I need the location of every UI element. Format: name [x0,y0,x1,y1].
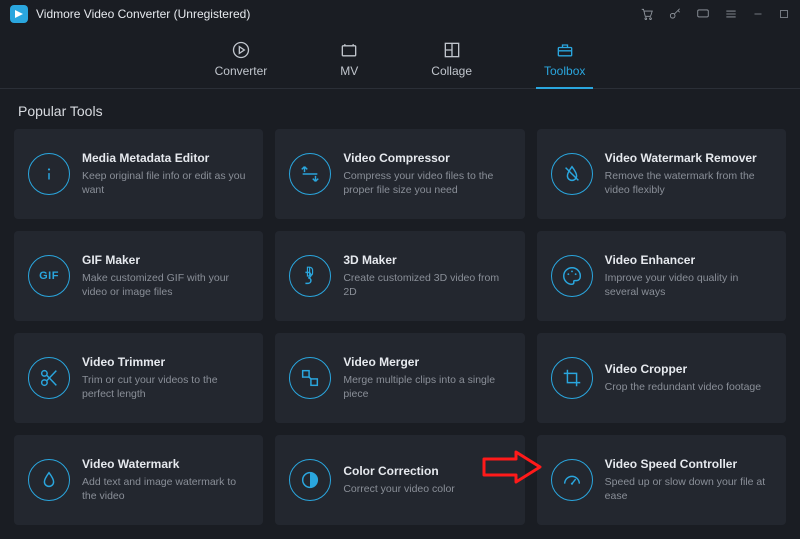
palette-icon [551,255,593,297]
tool-video-compressor[interactable]: Video Compressor Compress your video fil… [275,129,524,219]
tool-desc: Merge multiple clips into a single piece [343,373,510,401]
tool-title: 3D Maker [343,253,510,267]
tool-title: Video Watermark [82,457,249,471]
tool-title: Color Correction [343,464,454,478]
tool-video-merger[interactable]: Video Merger Merge multiple clips into a… [275,333,524,423]
tool-video-cropper[interactable]: Video Cropper Crop the redundant video f… [537,333,786,423]
tool-desc: Correct your video color [343,482,454,496]
tab-label: Toolbox [544,64,585,78]
tool-desc: Compress your video files to the proper … [343,169,510,197]
titlebar: Vidmore Video Converter (Unregistered) [0,0,800,28]
tab-toolbox[interactable]: Toolbox [538,36,591,88]
tool-title: GIF Maker [82,253,249,267]
tool-color-correction[interactable]: Color Correction Correct your video colo… [275,435,524,525]
tool-title: Video Trimmer [82,355,249,369]
3d-icon [289,255,331,297]
cart-icon[interactable] [640,7,654,21]
collage-icon [442,40,462,60]
minimize-button[interactable] [752,8,764,20]
tool-title: Video Enhancer [605,253,772,267]
tool-metadata-editor[interactable]: Media Metadata Editor Keep original file… [14,129,263,219]
tab-mv[interactable]: MV [333,36,365,88]
tool-desc: Create customized 3D video from 2D [343,271,510,299]
tool-video-trimmer[interactable]: Video Trimmer Trim or cut your videos to… [14,333,263,423]
window-title: Vidmore Video Converter (Unregistered) [36,7,250,21]
info-icon [28,153,70,195]
menu-icon[interactable] [724,7,738,21]
tab-converter[interactable]: Converter [209,36,274,88]
tools-grid: Media Metadata Editor Keep original file… [0,129,800,539]
converter-icon [231,40,251,60]
tool-video-speed-controller[interactable]: Video Speed Controller Speed up or slow … [537,435,786,525]
tool-gif-maker[interactable]: GIF GIF Maker Make customized GIF with y… [14,231,263,321]
tab-label: Collage [431,64,472,78]
tool-title: Video Merger [343,355,510,369]
watermark-icon [28,459,70,501]
tool-watermark-remover[interactable]: Video Watermark Remover Remove the water… [537,129,786,219]
tool-desc: Make customized GIF with your video or i… [82,271,249,299]
tool-title: Video Cropper [605,362,761,376]
crop-icon [551,357,593,399]
tool-desc: Speed up or slow down your file at ease [605,475,772,503]
tool-desc: Crop the redundant video footage [605,380,761,394]
speed-icon [551,459,593,501]
tool-title: Video Compressor [343,151,510,165]
maximize-button[interactable] [778,8,790,20]
tool-title: Media Metadata Editor [82,151,249,165]
tab-label: Converter [215,64,268,78]
tool-title: Video Speed Controller [605,457,772,471]
tab-collage[interactable]: Collage [425,36,478,88]
tool-desc: Trim or cut your videos to the perfect l… [82,373,249,401]
tool-desc: Keep original file info or edit as you w… [82,169,249,197]
gif-icon: GIF [28,255,70,297]
compress-icon [289,153,331,195]
tool-desc: Remove the watermark from the video flex… [605,169,772,197]
key-icon[interactable] [668,7,682,21]
section-title: Popular Tools [0,89,800,129]
tool-desc: Improve your video quality in several wa… [605,271,772,299]
tool-desc: Add text and image watermark to the vide… [82,475,249,503]
tool-video-watermark[interactable]: Video Watermark Add text and image water… [14,435,263,525]
top-nav: Converter MV Collage Toolbox [0,28,800,89]
color-icon [289,459,331,501]
watermark-remove-icon [551,153,593,195]
app-logo [10,5,28,23]
tool-video-enhancer[interactable]: Video Enhancer Improve your video qualit… [537,231,786,321]
toolbox-icon [555,40,575,60]
tab-label: MV [340,64,358,78]
message-icon[interactable] [696,7,710,21]
tool-3d-maker[interactable]: 3D Maker Create customized 3D video from… [275,231,524,321]
mv-icon [339,40,359,60]
tool-title: Video Watermark Remover [605,151,772,165]
merge-icon [289,357,331,399]
scissors-icon [28,357,70,399]
